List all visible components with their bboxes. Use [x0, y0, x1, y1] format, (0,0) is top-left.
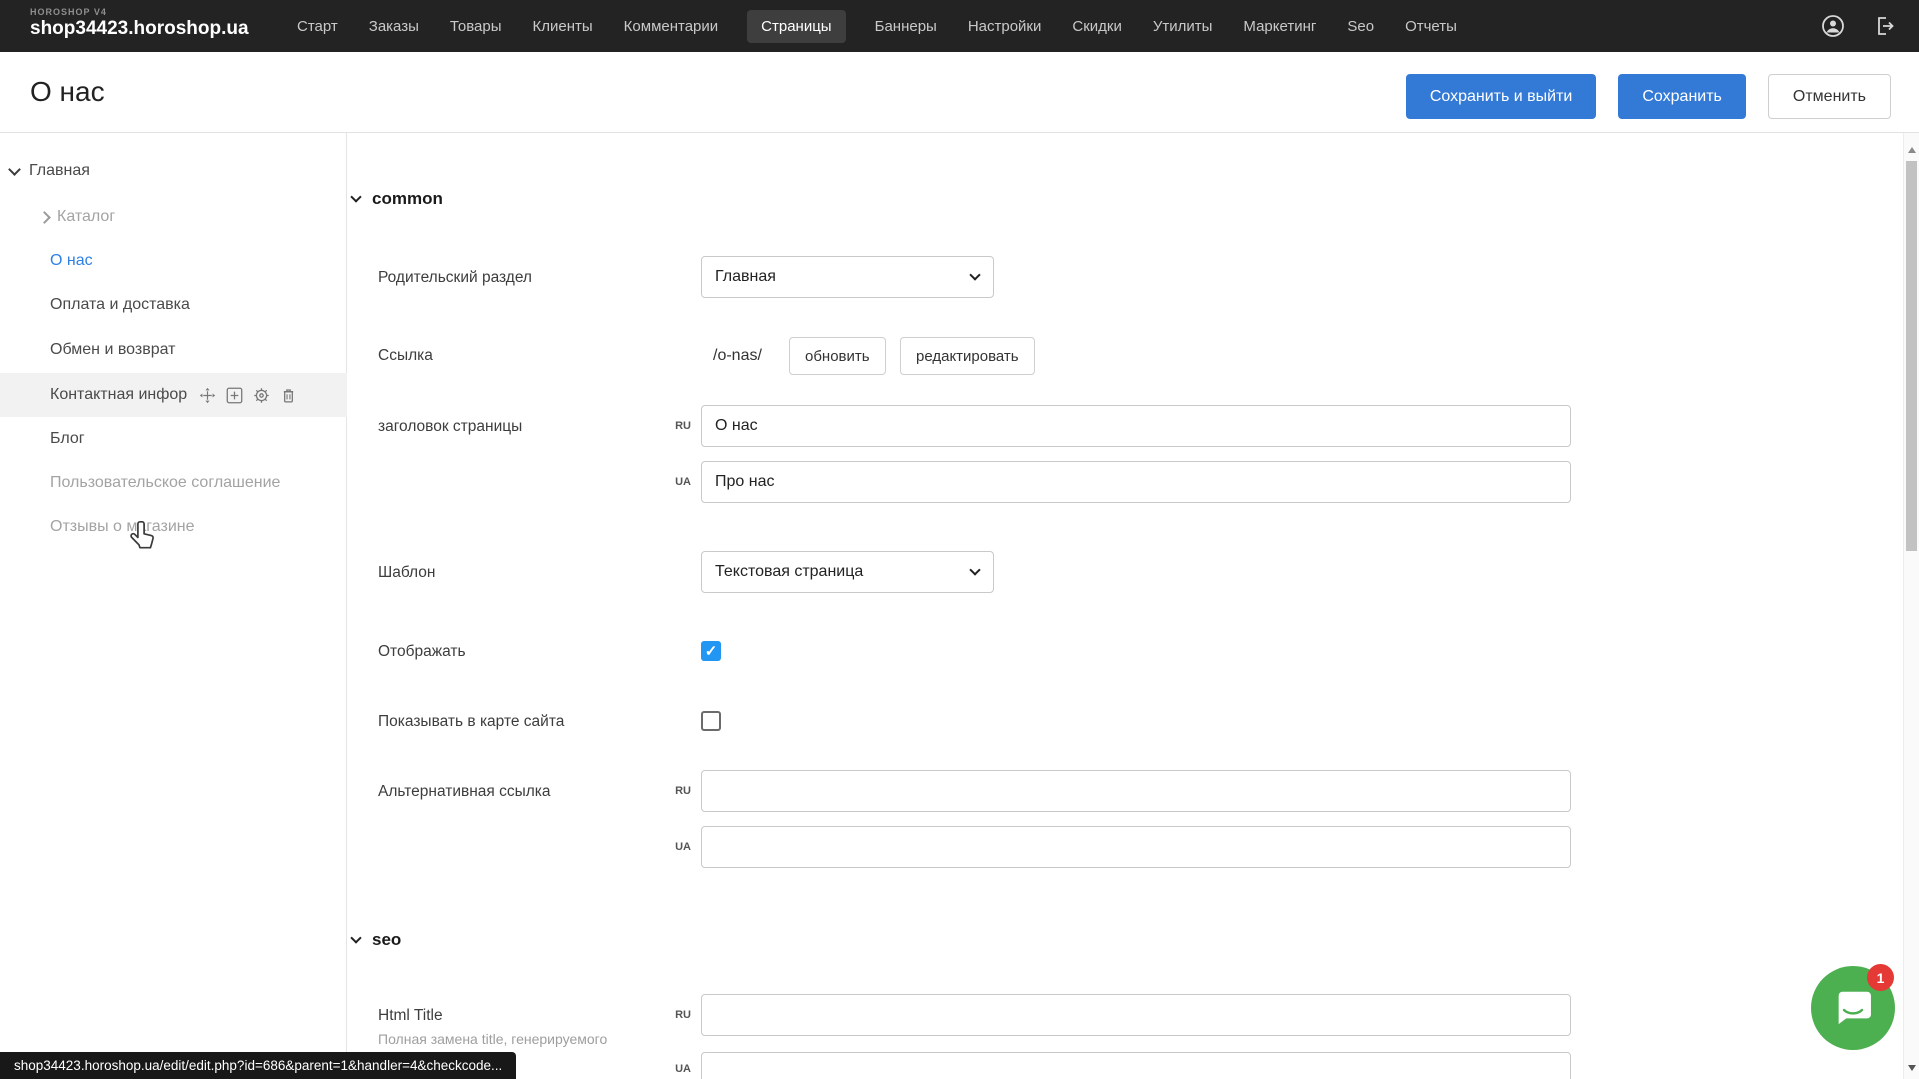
lang-ru-chip: RU — [655, 785, 691, 797]
menu-item-marketing[interactable]: Маркетинг — [1241, 10, 1318, 43]
menu-item-settings[interactable]: Настройки — [966, 10, 1044, 43]
html-title-ru-input[interactable] — [701, 994, 1571, 1036]
delete-trash-icon[interactable] — [280, 387, 297, 404]
template-select[interactable]: Текстовая страница — [701, 551, 994, 593]
menu-item-reports[interactable]: Отчеты — [1403, 10, 1459, 43]
chevron-down-icon[interactable] — [8, 163, 21, 176]
alt-link-ru-input[interactable] — [701, 770, 1571, 812]
tree-item-kontaktnaya-hovered[interactable]: Контактная инфор — [0, 373, 347, 417]
save-and-exit-button[interactable]: Сохранить и выйти — [1406, 74, 1597, 119]
menu-item-discounts[interactable]: Скидки — [1070, 10, 1123, 43]
tree-item-label: Главная — [29, 162, 90, 180]
tree-item-label: Каталог — [57, 208, 115, 226]
sitemap-checkbox-unchecked[interactable] — [701, 711, 721, 731]
menu-item-seo[interactable]: Seo — [1345, 10, 1376, 43]
cancel-button[interactable]: Отменить — [1768, 74, 1891, 119]
parent-section-value: Главная — [715, 268, 776, 286]
tree-item-actions — [199, 387, 297, 404]
vertical-scrollbar[interactable] — [1903, 133, 1919, 1079]
alt-link-label: Альтернативная ссылка — [378, 783, 551, 801]
save-button[interactable]: Сохранить — [1618, 74, 1746, 119]
section-seo-toggle[interactable]: seo — [352, 930, 401, 950]
tree-item-o-nas-selected[interactable]: О нас — [0, 239, 347, 283]
template-label: Шаблон — [378, 564, 435, 582]
menu-item-pages-active[interactable]: Страницы — [747, 10, 845, 43]
chevron-down-icon — [969, 564, 980, 575]
horoshop-admin-screen: HOROSHOP V4 shop34423.horoshop.ua Старт … — [0, 0, 1919, 1079]
html-title-hint: Полная замена title, генерируемого — [378, 1031, 607, 1047]
page-title: О нас — [30, 76, 105, 108]
top-navigation-bar: HOROSHOP V4 shop34423.horoshop.ua Старт … — [0, 0, 1919, 52]
html-title-ua-input[interactable] — [701, 1052, 1571, 1079]
lang-ua-chip: UA — [655, 1063, 691, 1075]
scrollbar-thumb[interactable] — [1906, 161, 1917, 551]
tree-item-glavnaya[interactable]: Главная — [0, 149, 347, 193]
menu-item-orders[interactable]: Заказы — [367, 10, 421, 43]
menu-item-utilities[interactable]: Утилиты — [1151, 10, 1215, 43]
alt-link-ua-input[interactable] — [701, 826, 1571, 868]
tree-item-blog[interactable]: Блог — [0, 417, 347, 461]
add-icon[interactable] — [226, 387, 243, 404]
section-common-title: common — [372, 189, 443, 209]
scroll-up-arrow[interactable] — [1908, 147, 1916, 153]
link-refresh-button[interactable]: обновить — [789, 337, 886, 375]
page-title-ru-input[interactable] — [701, 405, 1571, 447]
chat-widget-button[interactable]: 1 — [1811, 966, 1895, 1050]
menu-item-banners[interactable]: Баннеры — [873, 10, 939, 43]
page-title-field-label: заголовок страницы — [378, 418, 522, 436]
template-value: Текстовая страница — [715, 563, 863, 581]
tree-item-label: О нас — [50, 252, 93, 270]
lang-ua-chip: UA — [655, 841, 691, 853]
html-title-label: Html Title — [378, 1007, 443, 1025]
chat-notification-badge: 1 — [1867, 964, 1894, 991]
header-actions: Сохранить и выйти Сохранить Отменить — [1406, 74, 1891, 119]
scroll-down-arrow[interactable] — [1908, 1065, 1916, 1071]
status-url-tooltip: shop34423.horoshop.ua/edit/edit.php?id=6… — [0, 1052, 516, 1079]
settings-gear-icon[interactable] — [253, 387, 270, 404]
menu-item-start[interactable]: Старт — [295, 10, 340, 43]
page-title-ua-input[interactable] — [701, 461, 1571, 503]
main-menu: Старт Заказы Товары Клиенты Комментарии … — [295, 0, 1459, 52]
pages-tree-sidebar: Главная Каталог О нас Оплата и доставка … — [0, 133, 347, 1079]
menu-item-clients[interactable]: Клиенты — [531, 10, 595, 43]
parent-section-select[interactable]: Главная — [701, 256, 994, 298]
sitemap-label: Показывать в карте сайта — [378, 713, 564, 731]
display-checkbox-checked[interactable]: ✓ — [701, 641, 721, 661]
account-icon[interactable] — [1821, 14, 1845, 38]
tree-item-oplata[interactable]: Оплата и доставка — [0, 283, 347, 327]
display-label: Отображать — [378, 643, 466, 661]
chevron-down-icon — [350, 191, 361, 202]
link-label: Ссылка — [378, 347, 433, 365]
tree-item-label: Обмен и возврат — [50, 341, 175, 359]
tree-item-otzyvy[interactable]: Отзывы о магазине — [0, 505, 347, 549]
chevron-down-icon — [969, 269, 980, 280]
tree-item-label: Контактная инфор — [50, 386, 187, 404]
chat-bubble-icon — [1832, 988, 1874, 1028]
tree-item-label: Пользовательское соглашение — [50, 474, 280, 492]
menu-item-comments[interactable]: Комментарии — [622, 10, 720, 43]
move-icon[interactable] — [199, 387, 216, 404]
tree-item-polzovatelskoe[interactable]: Пользовательское соглашение — [0, 461, 347, 505]
parent-section-label: Родительский раздел — [378, 269, 532, 287]
logout-icon[interactable] — [1873, 14, 1897, 38]
link-path-value: /o-nas/ — [713, 347, 762, 365]
link-edit-button[interactable]: редактировать — [900, 337, 1035, 375]
brand-domain-label: shop34423.horoshop.ua — [30, 18, 249, 40]
section-common-toggle[interactable]: common — [352, 189, 443, 209]
tree-item-label: Оплата и доставка — [50, 296, 190, 314]
lang-ru-chip: RU — [655, 420, 691, 432]
chevron-right-icon[interactable] — [38, 211, 51, 224]
topbar-icons — [1821, 0, 1897, 52]
chevron-down-icon — [350, 932, 361, 943]
brand-logo[interactable]: HOROSHOP V4 shop34423.horoshop.ua — [30, 7, 249, 40]
tree-item-label: Блог — [50, 430, 85, 448]
section-seo-title: seo — [372, 930, 401, 950]
tree-item-label: Отзывы о магазине — [50, 518, 195, 536]
tree-item-katalog[interactable]: Каталог — [0, 195, 347, 239]
menu-item-products[interactable]: Товары — [448, 10, 504, 43]
lang-ua-chip: UA — [655, 476, 691, 488]
brand-version-label: HOROSHOP V4 — [30, 7, 249, 17]
tree-item-obmen[interactable]: Обмен и возврат — [0, 328, 347, 372]
lang-ru-chip: RU — [655, 1009, 691, 1021]
